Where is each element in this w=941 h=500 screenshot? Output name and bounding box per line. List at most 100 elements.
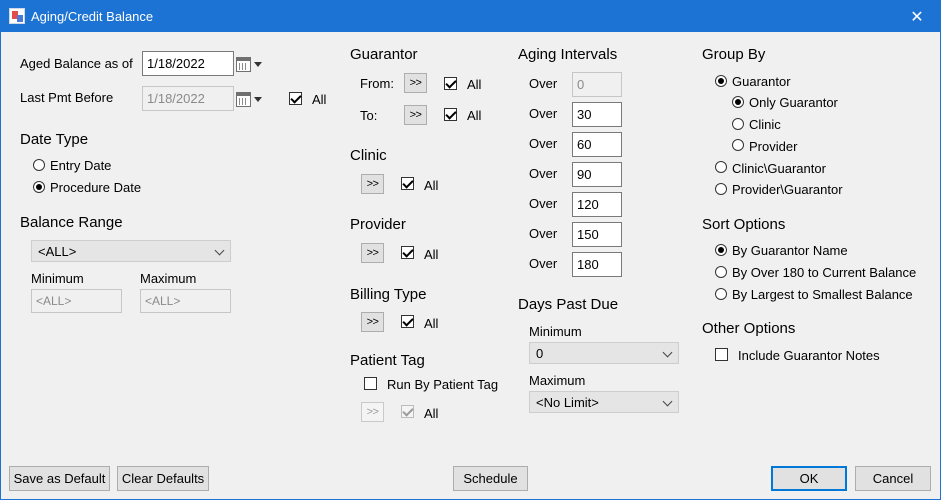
provider-guarantor-radio[interactable] (715, 183, 727, 195)
calendar-icon (236, 91, 251, 107)
balance-min-label: Minimum (31, 271, 84, 286)
run-by-patient-tag-label: Run By Patient Tag (387, 377, 499, 392)
guarantor-to-pick-button[interactable]: >> (404, 105, 427, 125)
title-bar: Aging/Credit Balance ✕ (1, 1, 940, 32)
aging-interval-input[interactable]: 30 (572, 102, 622, 127)
chevron-down-icon (662, 347, 673, 358)
sub-provider-radio[interactable] (732, 139, 744, 151)
clinic-heading: Clinic (350, 147, 387, 164)
provider-pick-button[interactable]: >> (361, 243, 384, 263)
billing-type-heading: Billing Type (350, 286, 427, 303)
include-guarantor-notes-label: Include Guarantor Notes (738, 348, 880, 363)
balance-max-label: Maximum (140, 271, 197, 286)
cancel-button[interactable]: Cancel (855, 466, 931, 491)
sub-provider-label: Provider (749, 139, 798, 154)
clear-defaults-button[interactable]: Clear Defaults (117, 466, 209, 491)
guarantor-heading: Guarantor (350, 46, 418, 63)
clinic-guarantor-radio[interactable] (715, 161, 727, 173)
patient-tag-all-checkbox[interactable] (401, 405, 414, 418)
sort-guarantor-name-label: By Guarantor Name (732, 243, 848, 258)
last-pmt-label: Last Pmt Before (20, 90, 114, 105)
chevron-down-icon (662, 396, 673, 407)
aging-over-label: Over (529, 256, 558, 271)
sort-largest-smallest-label: By Largest to Smallest Balance (732, 287, 913, 302)
sort-over-180-radio[interactable] (715, 266, 727, 278)
patient-tag-pick-button[interactable]: >> (361, 402, 384, 422)
aging-credit-balance-window: Aging/Credit Balance ✕ Aged Balance as o… (0, 0, 941, 500)
last-pmt-all-label: All (312, 92, 327, 107)
balance-max-input[interactable]: <ALL> (140, 289, 231, 313)
last-pmt-date-picker[interactable] (236, 88, 268, 110)
aging-over-label: Over (529, 76, 558, 91)
guarantor-from-pick-button[interactable]: >> (404, 73, 427, 93)
guarantor-to-label: To: (360, 108, 378, 123)
aging-interval-input[interactable]: 120 (572, 192, 622, 217)
group-by-guarantor-radio[interactable] (715, 75, 727, 87)
sort-over-180-label: By Over 180 to Current Balance (732, 265, 917, 280)
clinic-guarantor-label: Clinic\Guarantor (732, 161, 826, 176)
provider-heading: Provider (350, 216, 406, 233)
balance-range-select[interactable]: <ALL> (31, 240, 231, 262)
aging-over-label: Over (529, 106, 558, 121)
billing-type-pick-button[interactable]: >> (361, 312, 384, 332)
days-past-due-min-value: 0 (536, 346, 544, 361)
sub-clinic-radio[interactable] (732, 118, 744, 130)
days-past-due-min-select[interactable]: 0 (529, 342, 679, 364)
ok-button[interactable]: OK (771, 466, 847, 491)
aged-balance-label: Aged Balance as of (20, 56, 133, 71)
aging-over-label: Over (529, 136, 558, 151)
aging-over-label: Over (529, 226, 558, 241)
guarantor-from-all-label: All (467, 77, 482, 92)
group-by-guarantor-label: Guarantor (732, 74, 791, 89)
procedure-date-label: Procedure Date (50, 180, 142, 195)
guarantor-to-all-checkbox[interactable] (444, 108, 457, 121)
aging-interval-input[interactable]: 180 (572, 252, 622, 277)
include-guarantor-notes-checkbox[interactable] (715, 348, 728, 361)
aging-over-label: Over (529, 196, 558, 211)
only-guarantor-radio[interactable] (732, 96, 744, 108)
other-options-heading: Other Options (702, 320, 796, 337)
chevron-down-icon (254, 96, 262, 102)
date-type-heading: Date Type (20, 131, 89, 148)
aged-balance-date-input[interactable]: 1/18/2022 (142, 51, 234, 76)
sub-clinic-label: Clinic (749, 117, 781, 132)
last-pmt-all-checkbox[interactable] (289, 92, 302, 105)
sort-largest-smallest-radio[interactable] (715, 288, 727, 300)
entry-date-radio[interactable] (33, 159, 45, 171)
patient-tag-heading: Patient Tag (350, 352, 425, 369)
only-guarantor-label: Only Guarantor (749, 95, 838, 110)
aged-balance-date-picker[interactable] (236, 53, 268, 75)
window-title: Aging/Credit Balance (31, 9, 154, 24)
billing-type-all-label: All (424, 316, 439, 331)
run-by-patient-tag-checkbox[interactable] (364, 377, 377, 390)
balance-min-input[interactable]: <ALL> (31, 289, 122, 313)
provider-all-checkbox[interactable] (401, 246, 414, 259)
aging-interval-input[interactable]: 150 (572, 222, 622, 247)
guarantor-to-all-label: All (467, 108, 482, 123)
days-past-due-min-label: Minimum (529, 324, 582, 339)
chevron-down-icon (214, 245, 225, 256)
schedule-button[interactable]: Schedule (453, 466, 528, 491)
balance-range-heading: Balance Range (20, 214, 123, 231)
aging-interval-input[interactable]: 0 (572, 72, 622, 97)
days-past-due-max-value: <No Limit> (536, 395, 599, 410)
entry-date-label: Entry Date (50, 158, 112, 173)
close-button[interactable]: ✕ (894, 1, 940, 32)
chevron-down-icon (254, 61, 262, 67)
guarantor-from-all-checkbox[interactable] (444, 77, 457, 90)
clinic-pick-button[interactable]: >> (361, 174, 384, 194)
provider-guarantor-label: Provider\Guarantor (732, 182, 843, 197)
days-past-due-max-label: Maximum (529, 373, 586, 388)
days-past-due-max-select[interactable]: <No Limit> (529, 391, 679, 413)
last-pmt-date-input[interactable]: 1/18/2022 (142, 86, 234, 111)
billing-type-all-checkbox[interactable] (401, 315, 414, 328)
save-as-default-button[interactable]: Save as Default (9, 466, 110, 491)
aging-interval-input[interactable]: 90 (572, 162, 622, 187)
procedure-date-radio[interactable] (33, 181, 45, 193)
aging-interval-input[interactable]: 60 (572, 132, 622, 157)
clinic-all-checkbox[interactable] (401, 177, 414, 190)
balance-range-value: <ALL> (38, 244, 77, 259)
sort-guarantor-name-radio[interactable] (715, 244, 727, 256)
days-past-due-heading: Days Past Due (518, 296, 619, 313)
report-icon (9, 8, 25, 24)
